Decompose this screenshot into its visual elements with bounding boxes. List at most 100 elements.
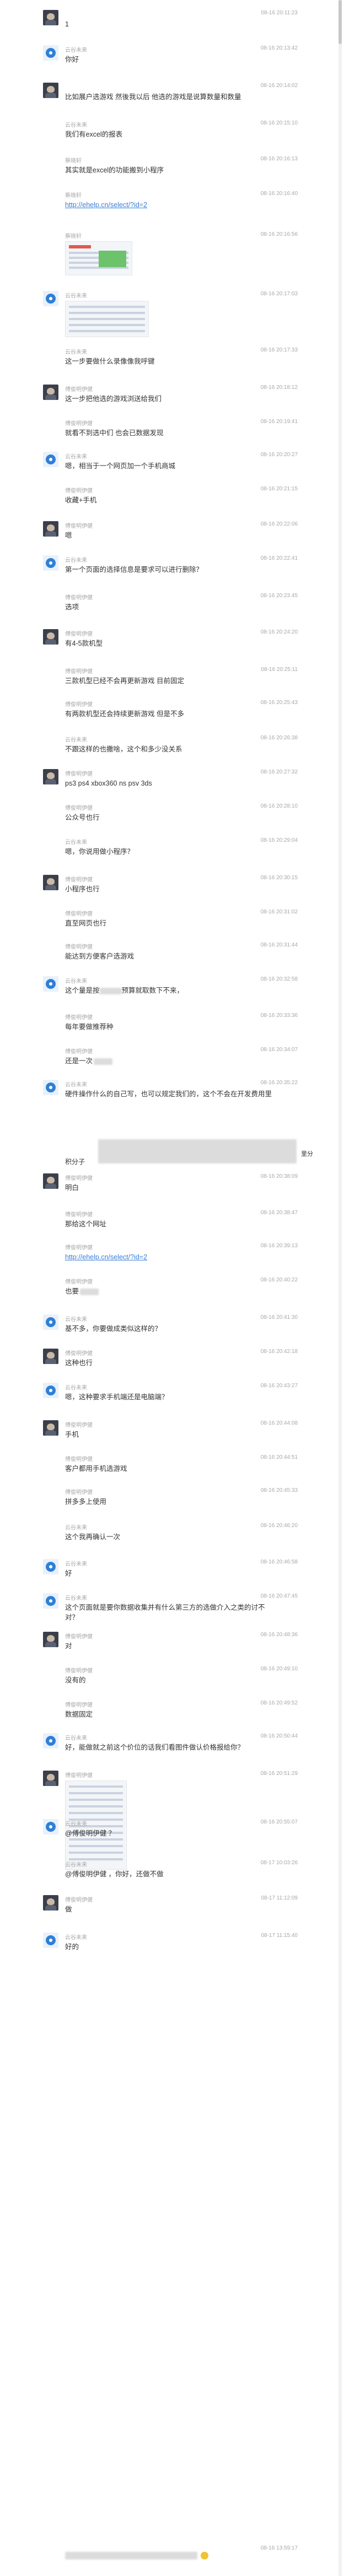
- cloud-avatar-icon[interactable]: [43, 1593, 58, 1609]
- user-photo-avatar-icon[interactable]: [43, 1895, 58, 1911]
- message-timestamp: 08-16 20:24:20: [260, 629, 298, 635]
- message-timestamp: 08-16 20:25:43: [260, 700, 298, 706]
- sender-name: 傅俊明伊健: [65, 1897, 93, 1903]
- message-text: 里分: [301, 1151, 313, 1157]
- message-text: 第一个页面的选择信息是要求可以进行删除？: [65, 566, 203, 573]
- sender-name: 傅俊明伊健: [65, 1212, 93, 1218]
- sender-name: 云谷未来: [65, 293, 87, 299]
- chat-history: 08-16 20:11:23 1 云谷未来 08-16 20:13:42 你好 08-16…: [0, 0, 344, 2576]
- sender-name: 蔡晓轩: [65, 158, 82, 164]
- message-timestamp: 08-16 20:40:22: [260, 1277, 298, 1283]
- message-text: @傅俊明伊健 ，你好，还做不做: [65, 1870, 164, 1878]
- message-timestamp: 08-16 20:21:15: [260, 486, 298, 492]
- sender-name: 傅俊明伊健: [65, 631, 93, 637]
- message-text: 拼多多上使用: [65, 1498, 107, 1506]
- message-link[interactable]: http://ehelp.cn/select/?id=2: [65, 1252, 275, 1262]
- sender-name: 傅俊明伊健: [65, 1702, 93, 1708]
- sender-name: 傅俊明伊健: [65, 805, 93, 811]
- sender-name: 傅俊明伊健: [65, 1245, 93, 1251]
- message-timestamp: 08-16 20:46:58: [260, 1559, 298, 1565]
- cloud-avatar-icon[interactable]: [43, 976, 58, 992]
- sender-name: 云谷未来: [65, 1561, 87, 1567]
- message-text: 硬件操作什么的自己写，也可以规定我们的，这个不会在开发费用里: [65, 1090, 272, 1098]
- user-photo-avatar-icon[interactable]: [43, 10, 58, 25]
- message-timestamp: 08-16 20:47:45: [260, 1593, 298, 1599]
- message-text: 好: [65, 1570, 72, 1577]
- cloud-avatar-icon[interactable]: [43, 1933, 58, 1948]
- sender-name: 傅俊明伊健: [65, 488, 93, 494]
- user-photo-avatar-icon[interactable]: [43, 875, 58, 890]
- scrollbar[interactable]: [338, 0, 342, 2576]
- sender-name: 傅俊明伊健: [65, 1490, 93, 1496]
- scrollbar-thumb[interactable]: [338, 0, 342, 44]
- message-text: 对: [65, 1642, 72, 1650]
- message-timestamp: 08-16 20:32:58: [260, 976, 298, 982]
- message-text: 这个量是按 预算就取数下不来，: [65, 987, 184, 994]
- user-photo-avatar-icon[interactable]: [43, 1349, 58, 1364]
- message-timestamp: 08-16 20:27:32: [260, 769, 298, 775]
- user-photo-avatar-icon[interactable]: [43, 385, 58, 400]
- message-text: 手机: [65, 1431, 79, 1438]
- message-timestamp: 08-16 20:46:20: [260, 1523, 298, 1529]
- message-timestamp: 08-16 20:38:09: [260, 1173, 298, 1179]
- cloud-avatar-icon[interactable]: [43, 452, 58, 467]
- user-photo-avatar-icon[interactable]: [43, 629, 58, 645]
- message-timestamp: 08-16 20:16:13: [260, 156, 298, 162]
- message-text: 三款机型已经不会再更新游戏 目前固定: [65, 677, 184, 685]
- user-photo-avatar-icon[interactable]: [43, 1173, 58, 1189]
- redacted-message: 积分子 里分: [65, 1137, 319, 1170]
- message-timestamp: 08-16 20:44:08: [260, 1420, 298, 1426]
- message-timestamp: 08-16 20:51:29: [260, 1771, 298, 1777]
- user-photo-avatar-icon[interactable]: [43, 1420, 58, 1436]
- sender-name: 傅俊明伊健: [65, 595, 93, 601]
- sender-name: 云谷未来: [65, 122, 87, 128]
- sender-name: 傅俊明伊健: [65, 669, 93, 675]
- message-timestamp: 08-16 20:18:12: [260, 385, 298, 391]
- cloud-avatar-icon[interactable]: [43, 1819, 58, 1834]
- sender-name: 云谷未来: [65, 1735, 87, 1741]
- message-text: 基不多，你要做成类似这样的？: [65, 1325, 162, 1333]
- cloud-avatar-icon[interactable]: [43, 291, 58, 306]
- message-text: 好，能做就之前这个价位的话我们看图件做认价格报给你？: [65, 1744, 245, 1751]
- sender-name: 傅俊明伊健: [65, 387, 93, 393]
- message-timestamp: 08-16 20:22:06: [260, 521, 298, 527]
- message-text: 有两款机型还会持续更新游戏 但是不多: [65, 710, 184, 718]
- cloud-avatar-icon[interactable]: [43, 555, 58, 571]
- user-photo-avatar-icon[interactable]: [43, 83, 58, 98]
- screenshot-image[interactable]: [65, 241, 132, 275]
- sender-name: 傅俊明伊健: [65, 1422, 93, 1428]
- message-timestamp: 08-16 20:19:41: [260, 419, 298, 425]
- sender-name: 傅俊明伊健: [65, 421, 93, 427]
- screenshot-image[interactable]: [65, 301, 149, 337]
- user-photo-avatar-icon[interactable]: [43, 769, 58, 784]
- message-text: 嗯: [65, 532, 72, 539]
- message-timestamp: 08-16 20:45:33: [260, 1487, 298, 1493]
- message-text: 做: [65, 1906, 72, 1913]
- cloud-avatar-icon[interactable]: [43, 1080, 58, 1095]
- message-text: 数据固定: [65, 1711, 93, 1718]
- cloud-avatar-icon[interactable]: [43, 1383, 58, 1398]
- message-text: 嗯，相当于一个网页加一个手机商城: [65, 462, 176, 470]
- message-timestamp: 08-16 20:16:40: [260, 191, 298, 197]
- sender-name: 傅俊明伊健: [65, 1668, 93, 1674]
- cloud-avatar-icon[interactable]: [43, 1314, 58, 1330]
- sender-name: 傅俊明伊健: [65, 911, 93, 917]
- message-text: ps3 ps4 xbox360 ns psv 3ds: [65, 780, 152, 787]
- user-photo-avatar-icon[interactable]: [43, 521, 58, 537]
- message-timestamp: 08-16 20:31:02: [260, 909, 298, 915]
- cloud-avatar-icon[interactable]: [43, 1559, 58, 1574]
- smiley-emoji-icon: [201, 2551, 208, 2559]
- message-timestamp: 08-16 20:41:30: [260, 1314, 298, 1321]
- sender-name: 傅俊明伊健: [65, 1457, 93, 1463]
- cloud-avatar-icon[interactable]: [43, 1733, 58, 1749]
- sender-name: 云谷未来: [65, 349, 87, 355]
- message-timestamp: 08-16 20:17:03: [260, 291, 298, 297]
- message-timestamp: 08-16 20:29:04: [260, 837, 298, 843]
- message-text: 直至网页也行: [65, 919, 107, 927]
- message-timestamp: 08-16 20:34:07: [260, 1047, 298, 1053]
- sender-name: 傅俊明伊健: [65, 523, 93, 529]
- user-photo-avatar-icon[interactable]: [43, 1632, 58, 1647]
- user-photo-avatar-icon[interactable]: [43, 1771, 58, 1786]
- message-link[interactable]: http://ehelp.cn/select/?id=2: [65, 200, 275, 210]
- cloud-avatar-icon[interactable]: [43, 45, 58, 61]
